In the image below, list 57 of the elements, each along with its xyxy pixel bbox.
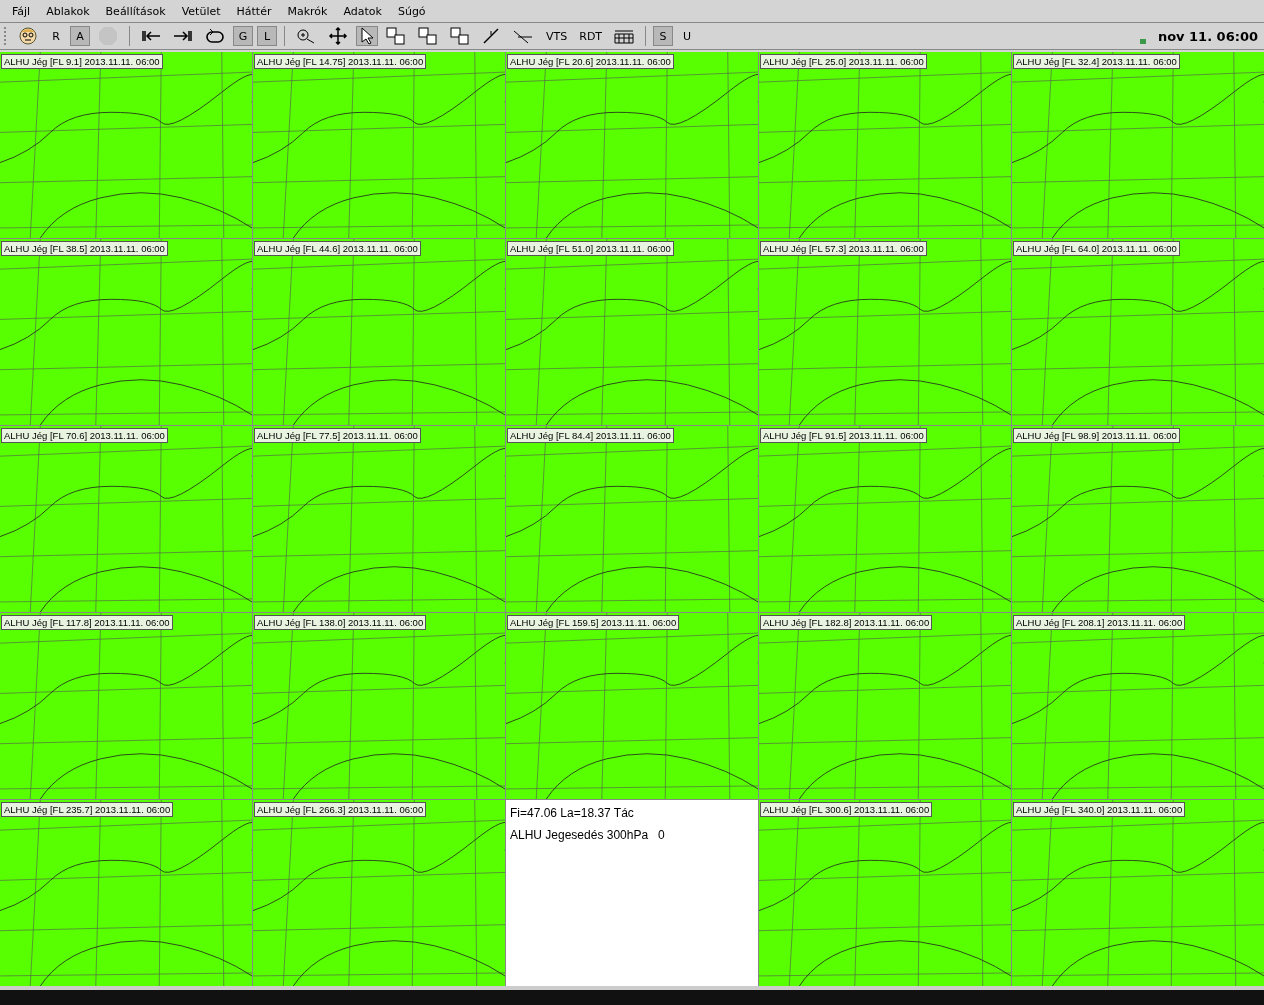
map-label: ALHU Jég [FL 77.5] 2013.11.11. 06:00 bbox=[254, 428, 421, 443]
map-label: ALHU Jég [FL 32.4] 2013.11.11. 06:00 bbox=[1013, 54, 1180, 69]
map-label: ALHU Jég [FL 235.7] 2013.11.11. 06:00 bbox=[1, 802, 174, 817]
info-text: ALHU Jegesedés 300hPa 0 bbox=[510, 828, 665, 842]
loop-icon bbox=[205, 28, 225, 44]
clock: nov 11. 06:00 bbox=[1157, 28, 1258, 44]
toolbar-button[interactable] bbox=[356, 26, 378, 46]
map-label: ALHU Jég [FL 117.8] 2013.11.11. 06:00 bbox=[1, 615, 173, 630]
map-label: ALHU Jég [FL 64.0] 2013.11.11. 06:00 bbox=[1013, 241, 1180, 256]
map-label: ALHU Jég [FL 25.0] 2013.11.11. 06:00 bbox=[760, 54, 927, 69]
menu-item[interactable]: Adatok bbox=[335, 2, 390, 20]
skip-back-icon bbox=[141, 29, 161, 43]
toolbar-button[interactable]: G bbox=[233, 26, 253, 46]
toolbar-button[interactable]: VTS bbox=[542, 26, 572, 46]
toolbar-button[interactable]: R bbox=[46, 26, 66, 46]
menu-item[interactable]: Ablakok bbox=[38, 2, 98, 20]
ruler-line-icon bbox=[482, 27, 500, 45]
zoom-icon bbox=[296, 28, 316, 44]
map-label: ALHU Jég [FL 70.6] 2013.11.11. 06:00 bbox=[1, 428, 168, 443]
copy-windows-icon bbox=[386, 27, 406, 45]
map-label: ALHU Jég [FL 44.6] 2013.11.11. 06:00 bbox=[254, 241, 421, 256]
map-label: ALHU Jég [FL 138.0] 2013.11.11. 06:00 bbox=[254, 615, 427, 630]
map-label: ALHU Jég [FL 91.5] 2013.11.11. 06:00 bbox=[760, 428, 927, 443]
pointer-icon bbox=[360, 27, 374, 45]
menu-item[interactable]: Vetület bbox=[173, 2, 229, 20]
status-indicator-icon bbox=[1139, 39, 1146, 44]
toolbar-button[interactable]: U bbox=[677, 26, 698, 46]
copy-windows-icon bbox=[418, 27, 438, 45]
map-label: ALHU Jég [FL 57.3] 2013.11.11. 06:00 bbox=[760, 241, 927, 256]
map-label: ALHU Jég [FL 182.8] 2013.11.11. 06:00 bbox=[760, 615, 933, 630]
map-label: ALHU Jég [FL 14.75] 2013.11.11. 06:00 bbox=[254, 54, 427, 69]
menu-item[interactable]: Súgó bbox=[389, 2, 434, 20]
map-label: ALHU Jég [FL 266.3] 2013.11.11. 06:00 bbox=[254, 802, 427, 817]
toolbar-button[interactable]: L bbox=[257, 26, 277, 46]
map-label: ALHU Jég [FL 159.5] 2013.11.11. 06:00 bbox=[507, 615, 680, 630]
copy-windows-icon bbox=[450, 27, 470, 45]
toolbar-button[interactable]: A bbox=[70, 26, 90, 46]
map-label: ALHU Jég [FL 51.0] 2013.11.11. 06:00 bbox=[507, 241, 674, 256]
toolbar-button[interactable]: S bbox=[653, 26, 674, 46]
map-label: ALHU Jég [FL 38.5] 2013.11.11. 06:00 bbox=[1, 241, 168, 256]
map-label: ALHU Jég [FL 84.4] 2013.11.11. 06:00 bbox=[507, 428, 674, 443]
menu-item[interactable]: Makrók bbox=[279, 2, 336, 20]
toolbar-button[interactable]: RDT bbox=[575, 26, 607, 46]
map-label: ALHU Jég [FL 340.0] 2013.11.11. 06:00 bbox=[1013, 802, 1186, 817]
menu-item[interactable]: Háttér bbox=[228, 2, 280, 20]
table-icon bbox=[614, 28, 635, 44]
skip-forward-icon bbox=[173, 29, 193, 43]
face-icon bbox=[18, 26, 38, 46]
menu-item[interactable]: Fájl bbox=[4, 2, 39, 20]
move-icon bbox=[328, 27, 348, 45]
map-label: ALHU Jég [FL 98.9] 2013.11.11. 06:00 bbox=[1013, 428, 1180, 443]
map-label: ALHU Jég [FL 20.6] 2013.11.11. 06:00 bbox=[507, 54, 674, 69]
menu-item[interactable]: Beállítások bbox=[97, 2, 174, 20]
info-text: Fi=47.06 La=18.37 Tác bbox=[510, 806, 634, 820]
map-label: ALHU Jég [FL 9.1] 2013.11.11. 06:00 bbox=[1, 54, 163, 69]
map-label: ALHU Jég [FL 208.1] 2013.11.11. 06:00 bbox=[1013, 615, 1186, 630]
map-label: ALHU Jég [FL 300.6] 2013.11.11. 06:00 bbox=[760, 802, 933, 817]
